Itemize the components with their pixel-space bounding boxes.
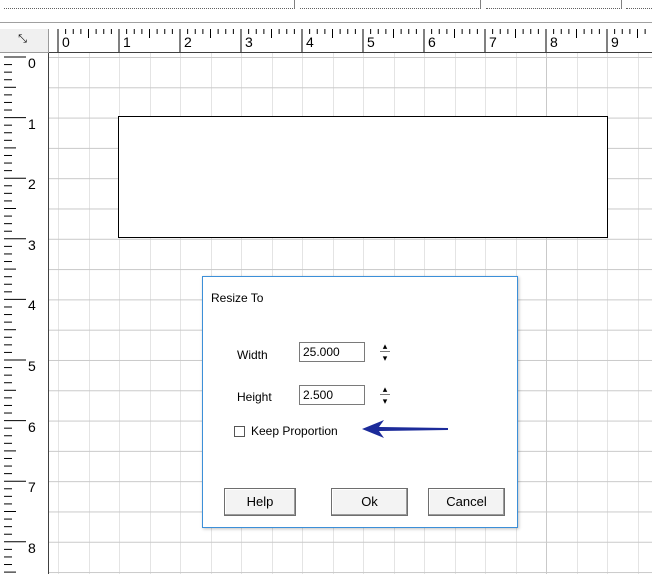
ruler-label: 4 bbox=[28, 297, 36, 314]
top-status-strip bbox=[0, 0, 652, 23]
width-label: Width bbox=[237, 348, 268, 362]
spin-down-icon[interactable]: ▾ bbox=[377, 353, 393, 363]
ruler-label: 3 bbox=[28, 236, 36, 253]
spinner-divider bbox=[380, 351, 390, 352]
ruler-label: 1 bbox=[123, 34, 131, 50]
ruler-label: 2 bbox=[184, 34, 192, 50]
rectangle-object[interactable] bbox=[118, 116, 608, 238]
spin-up-icon[interactable]: ▴ bbox=[377, 341, 393, 351]
arrow-pointer-icon bbox=[362, 420, 448, 438]
keep-proportion-label[interactable]: Keep Proportion bbox=[251, 424, 338, 438]
status-segment bbox=[4, 0, 295, 9]
ruler-label: 6 bbox=[28, 418, 36, 435]
ruler-label: 6 bbox=[428, 34, 436, 50]
ok-button[interactable]: Ok bbox=[331, 488, 408, 516]
ruler-corner-icon: ⤡ bbox=[18, 33, 27, 45]
cancel-button[interactable]: Cancel bbox=[428, 488, 505, 516]
status-segment bbox=[486, 0, 622, 9]
ruler-label: 7 bbox=[28, 479, 36, 496]
ruler-corner[interactable]: ⤡ bbox=[0, 29, 49, 53]
ruler-label: 3 bbox=[245, 34, 253, 50]
width-spinner[interactable]: ▴ ▾ bbox=[377, 341, 393, 363]
ruler-label: 7 bbox=[489, 34, 497, 50]
width-input[interactable] bbox=[299, 342, 365, 362]
vertical-ruler-ticks bbox=[4, 56, 26, 573]
spin-up-icon[interactable]: ▴ bbox=[377, 384, 393, 394]
spin-down-icon[interactable]: ▾ bbox=[377, 396, 393, 406]
horizontal-ruler[interactable]: 0 1 2 3 4 5 6 7 8 9 bbox=[49, 29, 652, 53]
ruler-label: 2 bbox=[28, 176, 36, 193]
height-input[interactable] bbox=[299, 385, 365, 405]
status-segment bbox=[300, 0, 481, 9]
keep-proportion-checkbox[interactable] bbox=[234, 426, 245, 437]
ruler-label: 0 bbox=[28, 55, 36, 71]
vertical-ruler[interactable]: 0 1 2 3 4 5 6 7 8 bbox=[0, 53, 49, 574]
spinner-divider bbox=[380, 394, 390, 395]
height-spinner[interactable]: ▴ ▾ bbox=[377, 384, 393, 406]
ruler-label: 9 bbox=[611, 34, 619, 50]
ruler-label: 0 bbox=[62, 34, 70, 50]
status-segment bbox=[626, 0, 652, 9]
height-label: Height bbox=[237, 390, 272, 404]
dialog-title: Resize To bbox=[211, 291, 264, 305]
ruler-label: 5 bbox=[28, 358, 36, 374]
ruler-label: 8 bbox=[550, 34, 558, 50]
horizontal-ruler-ticks bbox=[57, 29, 646, 52]
ruler-label: 1 bbox=[28, 115, 36, 132]
ruler-label: 8 bbox=[28, 539, 36, 556]
help-button[interactable]: Help bbox=[224, 488, 296, 516]
ruler-label: 5 bbox=[367, 34, 375, 50]
ruler-label: 4 bbox=[306, 34, 314, 50]
